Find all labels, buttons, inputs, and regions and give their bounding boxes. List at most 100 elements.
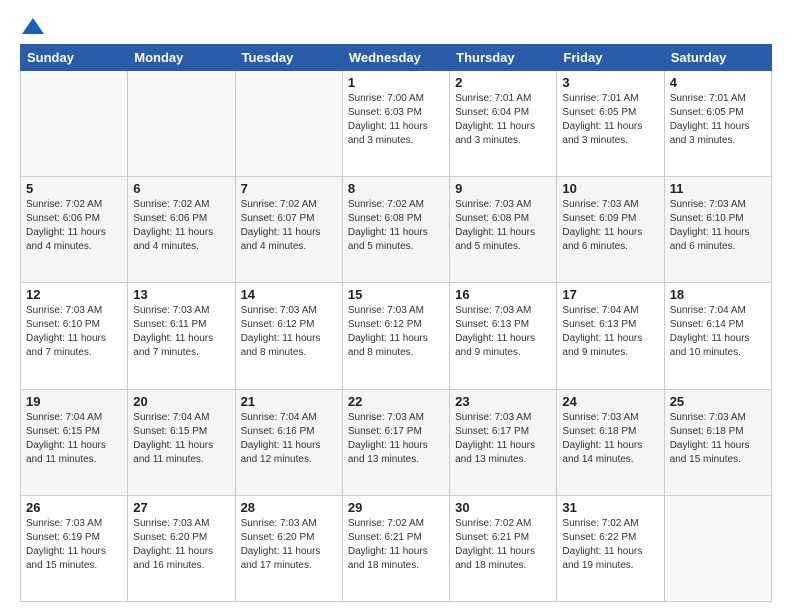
calendar-cell: 5 Sunrise: 7:02 AM Sunset: 6:06 PM Daylig… [21, 177, 128, 283]
day-info: Sunrise: 7:02 AM Sunset: 6:07 PM Dayligh… [241, 198, 337, 254]
calendar-table: SundayMondayTuesdayWednesdayThursdayFrid… [20, 44, 772, 602]
day-info: Sunrise: 7:01 AM Sunset: 6:05 PM Dayligh… [670, 92, 766, 148]
day-info: Sunrise: 7:03 AM Sunset: 6:11 PM Dayligh… [133, 304, 229, 360]
day-number: 20 [133, 394, 229, 409]
logo-icon [22, 18, 44, 34]
day-info: Sunrise: 7:03 AM Sunset: 6:18 PM Dayligh… [562, 411, 658, 467]
day-number: 1 [348, 75, 444, 90]
calendar-cell: 19Sunrise: 7:04 AM Sunset: 6:15 PM Dayli… [21, 389, 128, 495]
day-info: Sunrise: 7:03 AM Sunset: 6:13 PM Dayligh… [455, 304, 551, 360]
calendar-cell: 28 Sunrise: 7:03 AM Sunset: 6:20 PM Dayli… [235, 495, 342, 601]
calendar-cell: 9 Sunrise: 7:03 AM Sunset: 6:08 PM Daylig… [450, 177, 557, 283]
day-number: 31 [562, 500, 658, 515]
weekday-header-tuesday: Tuesday [235, 45, 342, 71]
week-row-1: 1 Sunrise: 7:00 AM Sunset: 6:03 PM Daylig… [21, 71, 772, 177]
calendar-cell: 13 Sunrise: 7:03 AM Sunset: 6:11 PM Dayli… [128, 283, 235, 389]
calendar-cell: 26 Sunrise: 7:03 AM Sunset: 6:19 PM Dayli… [21, 495, 128, 601]
calendar-cell: 22 Sunrise: 7:03 AM Sunset: 6:17 PM Dayli… [342, 389, 449, 495]
calendar-cell: 16 Sunrise: 7:03 AM Sunset: 6:13 PM Dayli… [450, 283, 557, 389]
day-number: 2 [455, 75, 551, 90]
header [20, 18, 772, 34]
day-info: Sunrise: 7:02 AM Sunset: 6:21 PM Dayligh… [348, 517, 444, 573]
day-info: Sunrise: 7:03 AM Sunset: 6:09 PM Dayligh… [562, 198, 658, 254]
calendar-cell [235, 71, 342, 177]
calendar-cell: 24 Sunrise: 7:03 AM Sunset: 6:18 PM Dayli… [557, 389, 664, 495]
day-number: 27 [133, 500, 229, 515]
day-info: Sunrise: 7:02 AM Sunset: 6:06 PM Dayligh… [26, 198, 122, 254]
day-number: 9 [455, 181, 551, 196]
day-info: Sunrise: 7:03 AM Sunset: 6:17 PM Dayligh… [455, 411, 551, 467]
day-number: 7 [241, 181, 337, 196]
calendar-cell: 8 Sunrise: 7:02 AM Sunset: 6:08 PM Daylig… [342, 177, 449, 283]
calendar-cell [128, 71, 235, 177]
day-info: Sunrise: 7:03 AM Sunset: 6:19 PM Dayligh… [26, 517, 122, 573]
day-info: Sunrise: 7:03 AM Sunset: 6:18 PM Dayligh… [670, 411, 766, 467]
calendar-cell: 12 Sunrise: 7:03 AM Sunset: 6:10 PM Dayli… [21, 283, 128, 389]
calendar-cell: 18 Sunrise: 7:04 AM Sunset: 6:14 PM Dayli… [664, 283, 771, 389]
day-info: Sunrise: 7:02 AM Sunset: 6:08 PM Dayligh… [348, 198, 444, 254]
day-number: 16 [455, 287, 551, 302]
day-info: Sunrise: 7:03 AM Sunset: 6:10 PM Dayligh… [26, 304, 122, 360]
day-number: 8 [348, 181, 444, 196]
day-info: Sunrise: 7:03 AM Sunset: 6:20 PM Dayligh… [241, 517, 337, 573]
day-info: Sunrise: 7:03 AM Sunset: 6:10 PM Dayligh… [670, 198, 766, 254]
calendar-cell: 25 Sunrise: 7:03 AM Sunset: 6:18 PM Dayli… [664, 389, 771, 495]
weekday-header-saturday: Saturday [664, 45, 771, 71]
day-info: Sunrise: 7:03 AM Sunset: 6:08 PM Dayligh… [455, 198, 551, 254]
day-number: 4 [670, 75, 766, 90]
weekday-header-sunday: Sunday [21, 45, 128, 71]
calendar-cell: 1 Sunrise: 7:00 AM Sunset: 6:03 PM Daylig… [342, 71, 449, 177]
day-number: 3 [562, 75, 658, 90]
calendar-cell: 17 Sunrise: 7:04 AM Sunset: 6:13 PM Dayli… [557, 283, 664, 389]
calendar-cell: 6 Sunrise: 7:02 AM Sunset: 6:06 PM Daylig… [128, 177, 235, 283]
day-number: 18 [670, 287, 766, 302]
calendar-cell [21, 71, 128, 177]
weekday-header-monday: Monday [128, 45, 235, 71]
day-number: 23 [455, 394, 551, 409]
day-info: Sunrise: 7:03 AM Sunset: 6:12 PM Dayligh… [241, 304, 337, 360]
calendar-cell: 30 Sunrise: 7:02 AM Sunset: 6:21 PM Dayli… [450, 495, 557, 601]
weekday-header-wednesday: Wednesday [342, 45, 449, 71]
calendar-cell: 27 Sunrise: 7:03 AM Sunset: 6:20 PM Dayli… [128, 495, 235, 601]
day-number: 15 [348, 287, 444, 302]
calendar-cell: 14 Sunrise: 7:03 AM Sunset: 6:12 PM Dayli… [235, 283, 342, 389]
day-info: Sunrise: 7:04 AM Sunset: 6:13 PM Dayligh… [562, 304, 658, 360]
calendar-cell [664, 495, 771, 601]
calendar-cell: 21Sunrise: 7:04 AM Sunset: 6:16 PM Dayli… [235, 389, 342, 495]
day-number: 10 [562, 181, 658, 196]
calendar-cell: 7 Sunrise: 7:02 AM Sunset: 6:07 PM Daylig… [235, 177, 342, 283]
page: SundayMondayTuesdayWednesdayThursdayFrid… [0, 0, 792, 612]
day-info: Sunrise: 7:00 AM Sunset: 6:03 PM Dayligh… [348, 92, 444, 148]
day-number: 17 [562, 287, 658, 302]
day-info: Sunrise: 7:03 AM Sunset: 6:12 PM Dayligh… [348, 304, 444, 360]
day-number: 6 [133, 181, 229, 196]
day-number: 28 [241, 500, 337, 515]
day-number: 14 [241, 287, 337, 302]
day-number: 29 [348, 500, 444, 515]
day-number: 12 [26, 287, 122, 302]
day-info: Sunrise: 7:04 AM Sunset: 6:15 PM Dayligh… [133, 411, 229, 467]
day-number: 5 [26, 181, 122, 196]
day-info: Sunrise: 7:03 AM Sunset: 6:20 PM Dayligh… [133, 517, 229, 573]
day-info: Sunrise: 7:02 AM Sunset: 6:06 PM Dayligh… [133, 198, 229, 254]
weekday-header-row: SundayMondayTuesdayWednesdayThursdayFrid… [21, 45, 772, 71]
day-info: Sunrise: 7:04 AM Sunset: 6:16 PM Dayligh… [241, 411, 337, 467]
calendar-cell: 31Sunrise: 7:02 AM Sunset: 6:22 PM Dayli… [557, 495, 664, 601]
day-number: 22 [348, 394, 444, 409]
day-info: Sunrise: 7:03 AM Sunset: 6:17 PM Dayligh… [348, 411, 444, 467]
day-number: 24 [562, 394, 658, 409]
calendar-cell: 23 Sunrise: 7:03 AM Sunset: 6:17 PM Dayli… [450, 389, 557, 495]
day-number: 26 [26, 500, 122, 515]
weekday-header-friday: Friday [557, 45, 664, 71]
logo [20, 18, 44, 34]
day-info: Sunrise: 7:02 AM Sunset: 6:21 PM Dayligh… [455, 517, 551, 573]
calendar-cell: 2Sunrise: 7:01 AM Sunset: 6:04 PM Daylig… [450, 71, 557, 177]
day-info: Sunrise: 7:04 AM Sunset: 6:14 PM Dayligh… [670, 304, 766, 360]
day-number: 25 [670, 394, 766, 409]
day-number: 11 [670, 181, 766, 196]
day-number: 30 [455, 500, 551, 515]
calendar-cell: 20 Sunrise: 7:04 AM Sunset: 6:15 PM Dayli… [128, 389, 235, 495]
week-row-3: 12 Sunrise: 7:03 AM Sunset: 6:10 PM Dayli… [21, 283, 772, 389]
day-info: Sunrise: 7:01 AM Sunset: 6:05 PM Dayligh… [562, 92, 658, 148]
day-number: 13 [133, 287, 229, 302]
